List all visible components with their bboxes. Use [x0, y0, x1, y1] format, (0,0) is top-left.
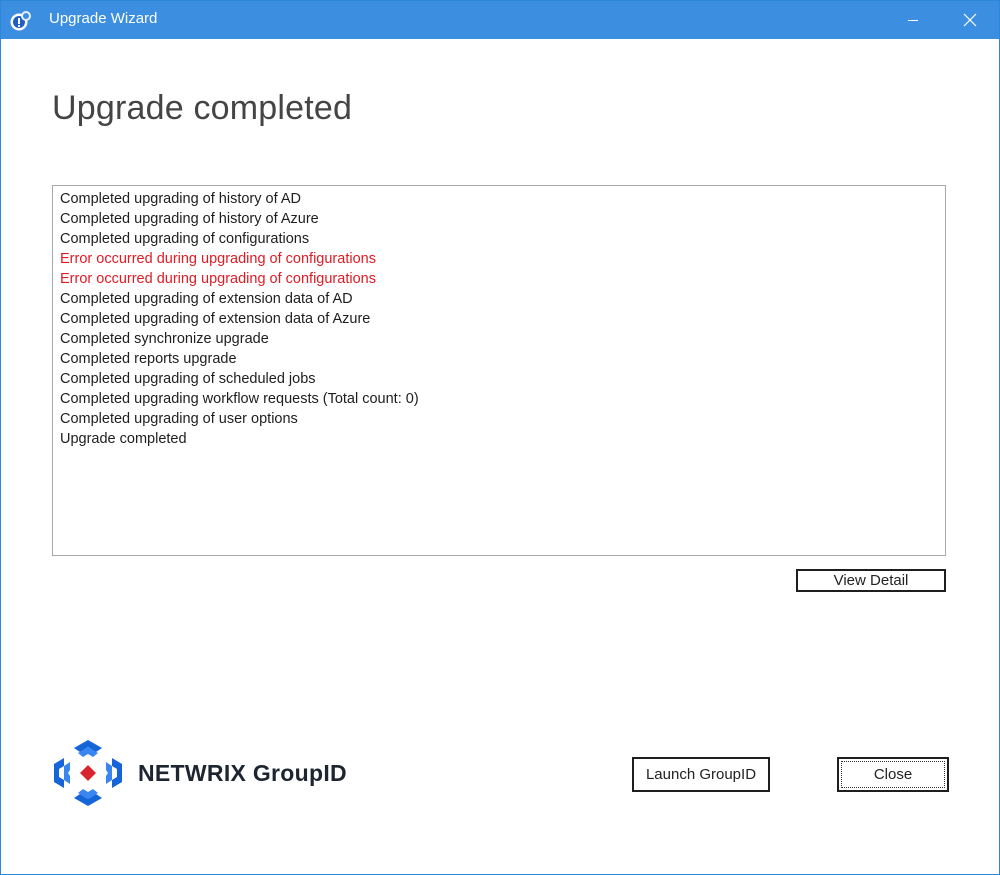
log-line: Completed reports upgrade	[60, 351, 237, 367]
launch-groupid-button[interactable]: Launch GroupID	[632, 757, 770, 792]
minimize-icon	[908, 20, 918, 21]
app-icon	[10, 11, 31, 31]
log-line: Completed synchronize upgrade	[60, 331, 269, 347]
log-line-error: Error occurred during upgrading of confi…	[60, 271, 376, 287]
log-line: Completed upgrading of history of AD	[60, 191, 301, 207]
close-icon	[963, 13, 977, 27]
page-title: Upgrade completed	[52, 89, 353, 127]
focus-ring	[841, 761, 945, 788]
netwrix-logo-text: NETWRIX GroupID	[138, 760, 347, 786]
close-button[interactable]: Close	[837, 757, 949, 792]
upgrade-wizard-window: Upgrade Wizard Upgrade completed Complet…	[0, 0, 1000, 875]
log-line: Upgrade completed	[60, 431, 187, 447]
upgrade-log-list[interactable]: Completed upgrading of history of AD Com…	[52, 185, 946, 556]
log-line: Completed upgrading of extension data of…	[60, 291, 353, 307]
window-title: Upgrade Wizard	[49, 10, 158, 27]
log-line: Completed upgrading of scheduled jobs	[60, 371, 316, 387]
netwrix-logo-icon	[54, 740, 122, 806]
log-line: Completed upgrading of extension data of…	[60, 311, 371, 327]
log-line: Completed upgrading of configurations	[60, 231, 310, 247]
log-line: Completed upgrading of history of Azure	[60, 211, 319, 227]
close-window-button[interactable]	[947, 1, 993, 39]
log-line: Completed upgrading workflow requests (T…	[60, 391, 419, 407]
title-bar[interactable]: Upgrade Wizard	[1, 1, 999, 39]
minimize-button[interactable]	[890, 1, 936, 39]
view-detail-button[interactable]: View Detail	[796, 569, 946, 592]
log-line-error: Error occurred during upgrading of confi…	[60, 251, 376, 267]
log-line: Completed upgrading of user options	[60, 411, 298, 427]
